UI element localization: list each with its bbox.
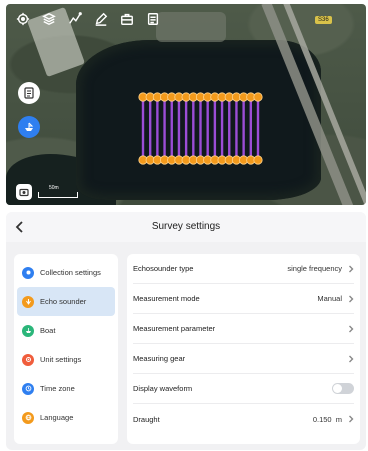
document-button[interactable] — [18, 82, 40, 104]
row-value: Manual — [317, 294, 342, 303]
nav-item-label: Unit settings — [40, 355, 82, 364]
row-value: 0.150 m — [312, 414, 342, 424]
nav-item-label: Time zone — [40, 384, 75, 393]
nav-item[interactable]: Collection settings — [17, 258, 115, 287]
scale-bar: 50m — [38, 185, 78, 198]
settings-row[interactable]: Display waveform — [133, 374, 354, 404]
boat-icon — [25, 122, 34, 131]
edit-icon[interactable] — [92, 10, 110, 28]
survey-point[interactable] — [253, 92, 263, 102]
survey-icon[interactable] — [144, 10, 162, 28]
survey-settings-panel: Survey settings Collection settings Echo … — [6, 212, 366, 450]
settings-row[interactable]: Echosounder type single frequency — [133, 254, 354, 284]
map-view[interactable]: S36 50m — [6, 4, 366, 205]
settings-list: Echosounder type single frequency Measurem… — [127, 254, 360, 444]
locate-icon[interactable] — [14, 10, 32, 28]
row-label: Measurement mode — [133, 294, 200, 303]
settings-row[interactable]: Measurement mode Manual — [133, 284, 354, 314]
chevron-right-icon — [348, 265, 354, 273]
scale-label: 50m — [49, 185, 59, 191]
toolbox-icon[interactable] — [118, 10, 136, 28]
settings-row[interactable]: Measurement parameter — [133, 314, 354, 344]
settings-nav: Collection settings Echo sounder Boat Unit … — [14, 254, 118, 444]
map-toolbar — [14, 10, 162, 28]
panel-header: Survey settings — [6, 212, 366, 242]
unit-icon — [22, 353, 34, 366]
layers-icon[interactable] — [40, 10, 58, 28]
measure-button[interactable] — [16, 184, 32, 200]
nav-item[interactable]: Language — [17, 403, 115, 432]
row-label: Measurement parameter — [133, 324, 216, 333]
track-icon[interactable] — [66, 10, 84, 28]
nav-item[interactable]: Time zone — [17, 374, 115, 403]
survey-point[interactable] — [253, 155, 263, 165]
clock-icon — [22, 382, 34, 395]
survey-lines — [138, 92, 263, 165]
row-label: Echosounder type — [133, 264, 194, 273]
document-icon — [24, 87, 34, 99]
collection-icon — [22, 266, 34, 279]
nav-item-label: Boat — [40, 326, 56, 335]
settings-row[interactable]: Measuring gear — [133, 344, 354, 374]
boat-icon — [22, 324, 34, 337]
nav-item-label: Language — [40, 413, 74, 422]
waveform-toggle[interactable] — [332, 383, 354, 394]
boat-button[interactable] — [18, 116, 40, 138]
nav-item-label: Echo sounder — [40, 297, 87, 306]
row-value: single frequency — [287, 264, 342, 273]
nav-item[interactable]: Boat — [17, 316, 115, 345]
chevron-right-icon — [348, 325, 354, 333]
page-title: Survey settings — [151, 221, 221, 232]
row-label: Display waveform — [133, 384, 193, 393]
row-label: Draught — [133, 414, 160, 424]
echo-sounder-icon — [22, 295, 34, 308]
globe-icon — [22, 411, 34, 424]
camera-icon — [19, 188, 29, 197]
chevron-right-icon — [348, 415, 354, 423]
nav-item[interactable]: Echo sounder — [17, 287, 115, 316]
settings-row[interactable]: Draught 0.150 m — [133, 404, 354, 434]
nav-item-label: Collection settings — [40, 268, 101, 277]
nav-item[interactable]: Unit settings — [17, 345, 115, 374]
chevron-right-icon — [348, 355, 354, 363]
row-label: Measuring gear — [133, 354, 186, 363]
chevron-right-icon — [348, 295, 354, 303]
